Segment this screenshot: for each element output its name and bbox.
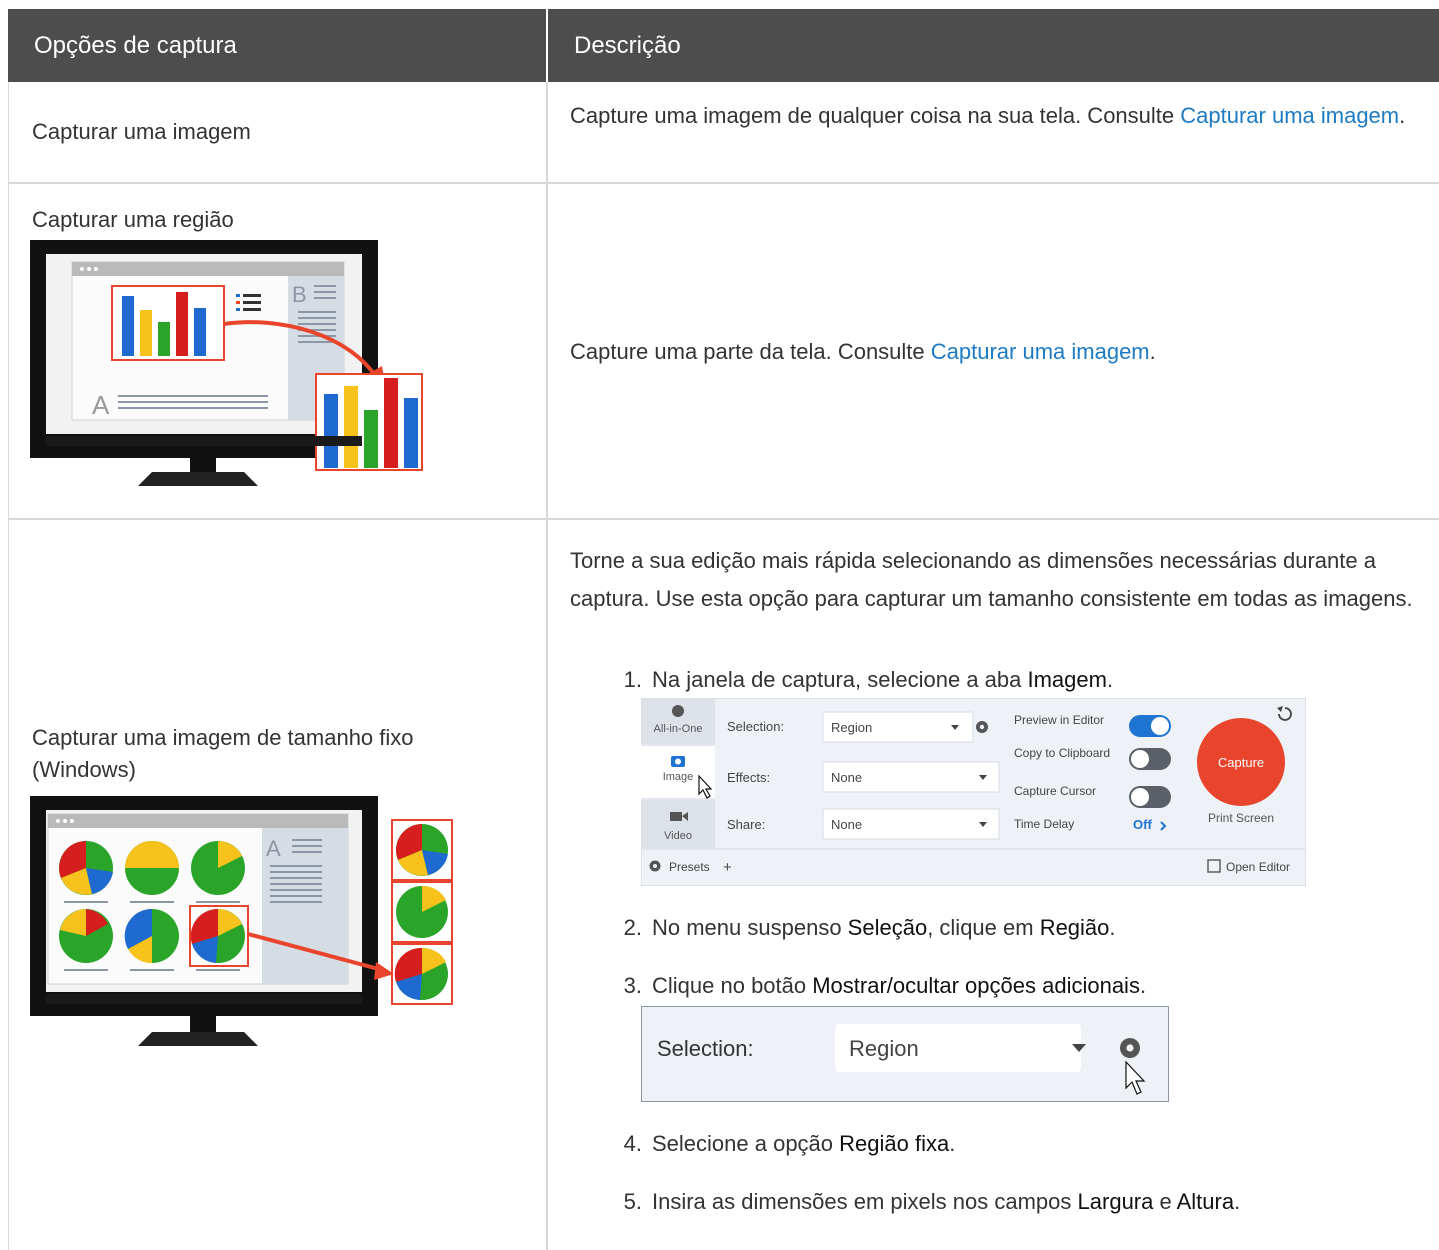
window-titlebar [48,814,348,828]
row1-description: Capture uma imagem de qualquer coisa na … [570,103,1406,128]
column-divider [546,82,548,1250]
effects-label: Effects: [727,770,770,785]
pie-1 [59,841,113,895]
taskbar [46,436,362,446]
capture-button-label: Capture [1218,755,1264,770]
zoom-selection-value: Region [849,1036,919,1061]
monitor-stand [138,472,258,486]
preview-label: Preview in Editor [1014,713,1104,727]
header-options: Opções de captura [8,9,546,82]
step-4: 4. Selecione a opção Região fixa. [623,1131,956,1156]
step-5: 5. Insira as dimensões em pixels nos camp… [623,1189,1241,1214]
letter-a: A [92,390,110,420]
row2-description: Capture uma parte da tela. Consulte Capt… [570,339,1156,364]
delay-value: Off [1133,817,1152,832]
effects-value: None [831,770,862,785]
letter-a: A [266,836,281,861]
region-capture-illustration: B A [30,240,423,486]
row3-option: Capturar uma imagem de tamanho fixo (Win… [32,725,414,782]
open-editor-label: Open Editor [1226,860,1290,874]
delay-label: Time Delay [1014,817,1074,831]
step-2: 2. No menu suspenso Seleção, clique em Re… [623,915,1116,940]
step-3: 3. Clique no botão Mostrar/ocultar opções… [623,973,1147,998]
print-screen-label: Print Screen [1208,811,1274,825]
row3-intro: Torne a sua edição mais rápida seleciona… [570,548,1413,611]
gear-icon [976,721,988,733]
letter-b: B [292,282,307,307]
pie-6 [190,908,245,963]
clipboard-label: Copy to Clipboard [1014,746,1110,760]
row2-option: Capturar uma região [32,207,234,232]
presets-label: Presets [669,860,710,874]
row2-link[interactable]: Capturar uma imagem [931,339,1150,364]
tab-all-in-one [641,698,715,744]
pie-2 [125,841,179,895]
step-1-term: Imagem [1027,667,1107,692]
header-description: Descrição [548,9,1439,82]
row1-link[interactable]: Capturar uma imagem [1180,103,1399,128]
tab-all-in-one-label: All-in-One [654,723,703,735]
row-divider-1 [8,182,1439,184]
row1-option: Capturar uma imagem [32,119,251,144]
presets-gear-icon [649,860,661,872]
add-preset-icon: + [723,859,732,876]
selection-zoom-screenshot: Selection: Region [641,1006,1169,1102]
taskbar [46,994,362,1004]
share-label: Share: [727,817,765,832]
pie-3 [191,841,245,895]
share-value: None [831,817,862,832]
monitor-stand [138,1032,258,1046]
list-icon [236,294,261,311]
tab-video-label: Video [664,830,692,842]
gear-icon [1120,1038,1140,1058]
pie-4 [59,909,113,963]
monitor-neck [190,458,216,472]
fixed-size-illustration: A [30,796,453,1046]
table-left-border [8,82,9,1250]
capture-window-screenshot: All-in-One Image Video Selection: Region… [641,698,1306,886]
pie-5 [124,908,179,964]
cursor-label: Capture Cursor [1014,784,1096,798]
selection-value: Region [831,720,872,735]
monitor-neck [190,1016,216,1032]
record-icon [672,705,684,717]
row-divider-2 [8,518,1439,520]
zoom-selection-label: Selection: [657,1036,754,1061]
tab-image-label: Image [663,771,694,783]
window-titlebar [72,262,344,276]
selection-label: Selection: [727,719,784,734]
video-icon [670,812,682,821]
step-1: 1. Na janela de captura, selecione a aba … [623,667,1114,692]
